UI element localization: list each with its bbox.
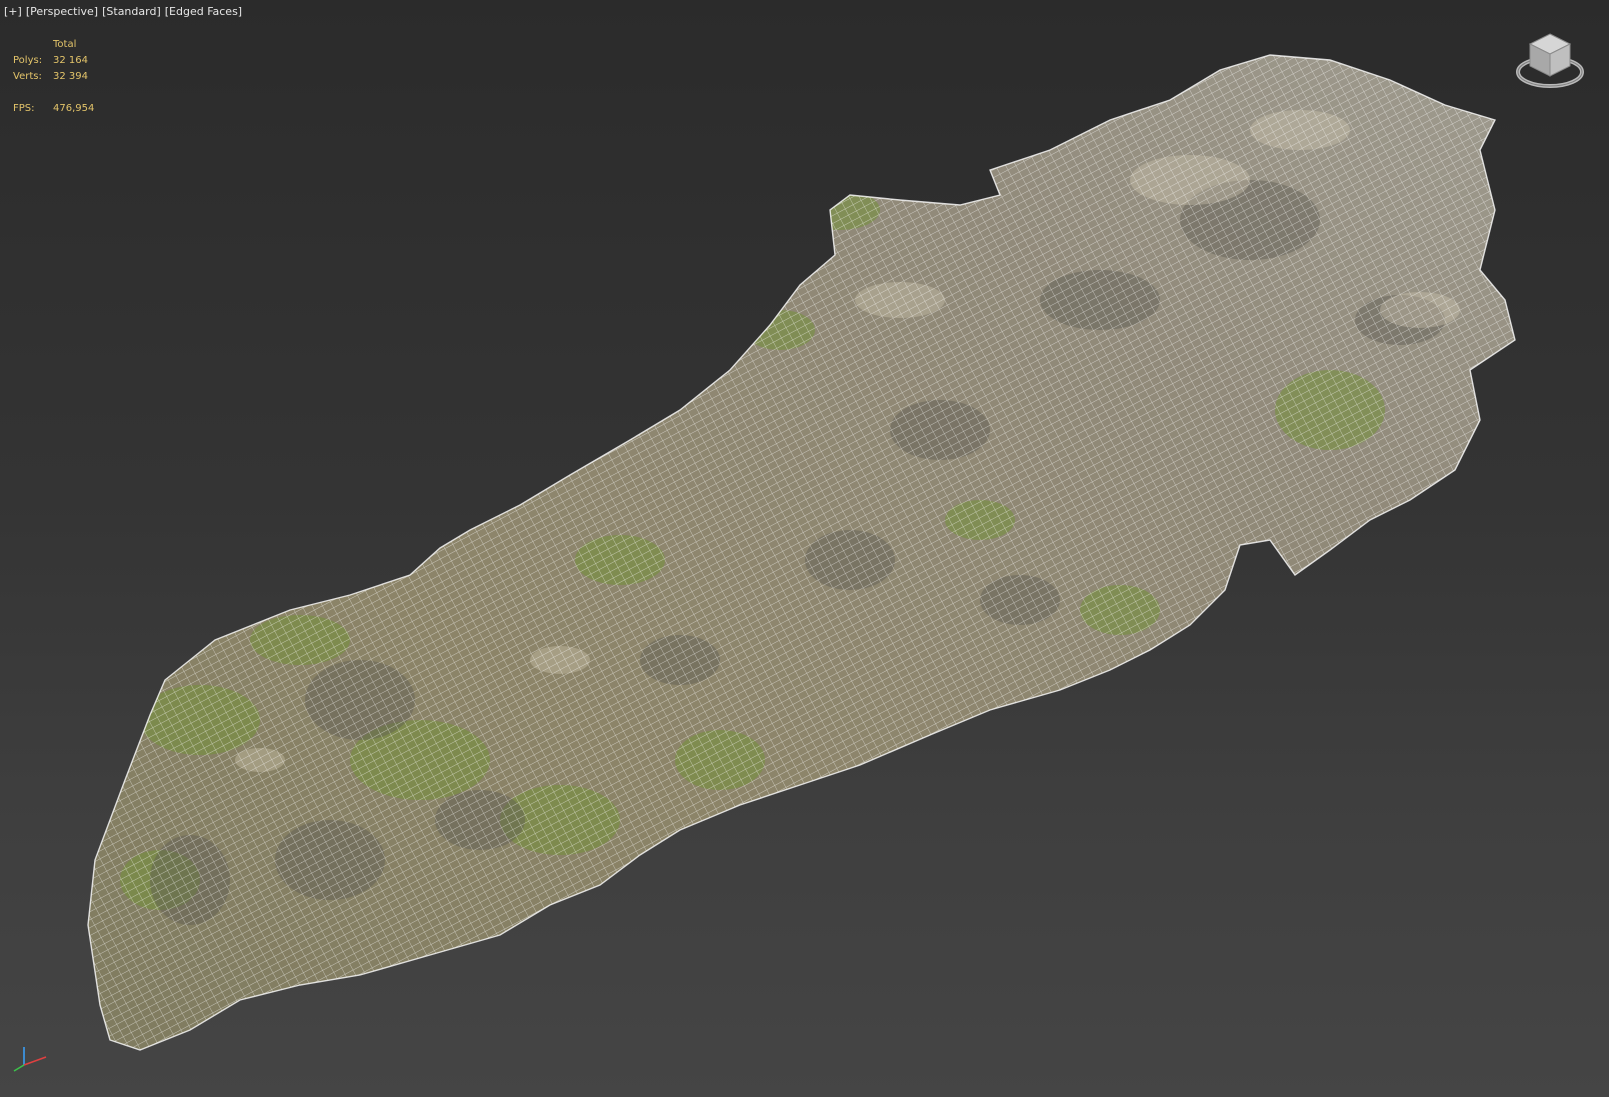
viewport-shading-menu[interactable]: [Standard] bbox=[102, 5, 161, 18]
stats-header: Total bbox=[53, 39, 77, 50]
viewport-display-menu[interactable]: [Edged Faces] bbox=[165, 5, 242, 18]
verts-value: 32 394 bbox=[53, 71, 88, 82]
mesh-model bbox=[87, 54, 1516, 1051]
viewport-label-menu: [+] [Perspective] [Standard] [Edged Face… bbox=[4, 5, 242, 18]
polys-value: 32 164 bbox=[53, 55, 88, 66]
viewport-point-of-view-menu[interactable]: [Perspective] bbox=[26, 5, 98, 18]
polys-label: Polys: bbox=[13, 55, 43, 66]
viewcube-icon[interactable] bbox=[1515, 30, 1585, 95]
viewport-statistics: Total Polys: 32 164 Verts: 32 394 FPS: 476,… bbox=[13, 37, 94, 117]
perspective-viewport[interactable]: [+] [Perspective] [Standard] [Edged Face… bbox=[0, 0, 1609, 1097]
viewport-general-menu[interactable]: [+] bbox=[4, 5, 22, 18]
fps-value: 476,954 bbox=[53, 103, 95, 114]
verts-label: Verts: bbox=[13, 71, 42, 82]
axis-tripod-icon bbox=[8, 1043, 50, 1073]
fps-label: FPS: bbox=[13, 103, 35, 114]
